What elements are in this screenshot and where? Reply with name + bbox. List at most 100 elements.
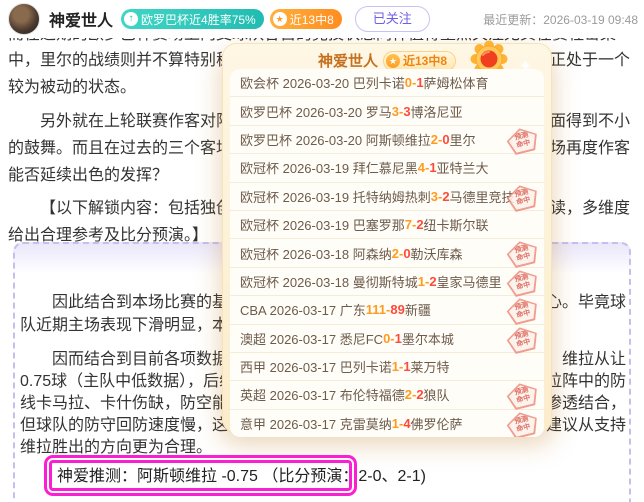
away-score: 2 bbox=[429, 273, 437, 289]
away-team: 墨尔本城 bbox=[401, 331, 454, 347]
hit-stamp-icon: 预测 命中 bbox=[504, 238, 540, 270]
home-score: 1 bbox=[417, 273, 425, 289]
away-team: 皇家马德里 bbox=[436, 274, 502, 290]
away-score: 4 bbox=[403, 415, 411, 431]
prediction-highlight-box bbox=[44, 455, 357, 496]
match-row: 欧冠杯 2026-03-18 阿森纳 2 - 0 勒沃库森 预测 命中 bbox=[230, 239, 544, 267]
match-info: 欧冠杯 2026-03-19 托特纳姆热刺 bbox=[240, 189, 431, 205]
hit-stamp-icon: 预测 命中 bbox=[504, 124, 540, 156]
popup-record-badge-label: 近13中8 bbox=[402, 54, 448, 68]
article-line-right: 渗透结合， bbox=[545, 395, 626, 412]
home-score: 3 bbox=[430, 188, 438, 204]
away-score: 1 bbox=[416, 75, 424, 91]
match-info: 欧冠杯 2026-03-19 拜仁慕尼黑 bbox=[240, 161, 418, 177]
home-score: 0 bbox=[383, 330, 391, 346]
match-info: CBA 2026-03-17 广东 bbox=[240, 303, 366, 319]
match-row: 意甲 2026-03-17 克雷莫纳 1 - 4 佛罗伦萨 预测 命中 bbox=[230, 410, 544, 437]
match-row: 欧罗巴杯 2026-03-20 阿斯顿维拉 2 - 0 里尔 预测 命中 bbox=[230, 126, 544, 154]
article-line-left: 较为被动的状态。 bbox=[8, 79, 137, 96]
match-info: 西甲 2026-03-17 巴列卡诺 bbox=[240, 360, 392, 376]
away-team: 亚特兰大 bbox=[436, 161, 489, 177]
match-row: 欧冠杯 2026-03-19 巴塞罗那 7 - 2 纽卡斯尔联 bbox=[230, 211, 544, 240]
hit-stamp-icon: 预测 命中 bbox=[504, 380, 540, 412]
away-score: 2 bbox=[416, 387, 424, 403]
away-score: 1 bbox=[403, 359, 411, 375]
match-info: 欧冠杯 2026-03-18 曼彻斯特城 bbox=[240, 274, 418, 290]
article-line-left: 能否延续出色的发挥？ bbox=[8, 167, 169, 184]
away-score: 1 bbox=[394, 330, 402, 346]
home-score: 1 bbox=[391, 359, 399, 375]
prediction-popup: 神爱世人 ★ 近13中8 ✦ 欧会杯 2026-03-20 巴列卡诺 0 - 1… bbox=[222, 40, 552, 437]
streak-badge: ↑ 欧罗巴杯近4胜率75% bbox=[121, 9, 264, 29]
star-icon: ★ bbox=[385, 53, 400, 68]
match-row: 欧会杯 2026-03-20 巴列卡诺 0 - 1 萨姆松体育 bbox=[230, 69, 544, 98]
match-row: 西甲 2026-03-17 巴列卡诺 1 - 1 莱万特 bbox=[230, 353, 544, 382]
match-info: 欧罗巴杯 2026-03-20 阿斯顿维拉 bbox=[240, 132, 431, 148]
home-score: 0 bbox=[404, 75, 412, 91]
away-score: 0 bbox=[442, 131, 450, 147]
match-row: CBA 2026-03-17 广东 111 - 89 新疆 预测 命中 bbox=[230, 296, 544, 324]
away-score: 2 bbox=[416, 217, 424, 233]
away-team: 新疆 bbox=[404, 303, 431, 319]
hit-stamp-icon: 预测 命中 bbox=[504, 266, 540, 298]
match-info: 欧会杯 2026-03-20 巴列卡诺 bbox=[240, 76, 405, 92]
home-score: 2 bbox=[404, 387, 412, 403]
article-line-right: 心。毕竟球 bbox=[545, 294, 626, 311]
hit-stamp-icon: 预测 命中 bbox=[504, 323, 540, 355]
match-row: 欧冠杯 2026-03-19 托特纳姆热刺 3 - 2 马德里竞技 预测 命中 bbox=[230, 183, 544, 211]
home-score: 2 bbox=[430, 131, 438, 147]
away-team: 莱万特 bbox=[410, 360, 450, 376]
match-info: 欧罗巴杯 2026-03-20 罗马 bbox=[240, 104, 392, 120]
away-score: 0 bbox=[403, 245, 411, 261]
home-score: 7 bbox=[404, 217, 412, 233]
popup-title: 神爱世人 bbox=[317, 53, 378, 70]
page: 而在近期的欧罗巴杯赛场上两支球队各自的竞技状态同样值得重点关注尤其在赛程密集中，… bbox=[0, 0, 644, 502]
home-score: 2 bbox=[391, 245, 399, 261]
match-row: 欧冠杯 2026-03-18 曼彻斯特城 1 - 2 皇家马德里 预测 命中 bbox=[230, 268, 544, 296]
match-info: 欧冠杯 2026-03-18 阿森纳 bbox=[240, 246, 392, 262]
last-updated: 最近更新：2026-03-19 09:48 bbox=[483, 12, 638, 27]
away-team: 勒沃库森 bbox=[410, 246, 463, 262]
away-score: 3 bbox=[403, 103, 411, 119]
streak-badge-label: 欧罗巴杯近4胜率75% bbox=[141, 12, 256, 27]
match-info: 澳超 2026-03-17 悉尼FC bbox=[240, 331, 384, 347]
match-row: 欧冠杯 2026-03-19 拜仁慕尼黑 4 - 1 亚特兰大 bbox=[230, 154, 544, 183]
article-line-right: 面得到不小 bbox=[549, 113, 630, 130]
home-score: 111 bbox=[365, 302, 387, 318]
hit-stamp-icon: 预测 命中 bbox=[504, 408, 540, 437]
away-score: 2 bbox=[442, 188, 450, 204]
away-score: 1 bbox=[429, 160, 437, 176]
article-line-right: 读，多维度 bbox=[549, 200, 630, 217]
match-list: 欧会杯 2026-03-20 巴列卡诺 0 - 1 萨姆松体育欧罗巴杯 2026-0… bbox=[230, 69, 544, 437]
article-line-left: 维拉胜出的方向更为合理。 bbox=[20, 439, 213, 456]
article-line-right: 正处于一个 bbox=[549, 52, 630, 69]
follow-button[interactable]: 已关注 bbox=[354, 6, 430, 32]
article-line-left: 给出合理参考及比分预演。】 bbox=[8, 227, 209, 244]
away-team: 萨姆松体育 bbox=[423, 76, 489, 92]
username: 神爱世人 bbox=[49, 13, 114, 30]
match-row: 英超 2026-03-17 布伦特福德 2 - 2 狼队 预测 命中 bbox=[230, 381, 544, 409]
away-team: 里尔 bbox=[449, 132, 476, 148]
article-line-right: 维拉从让 bbox=[561, 351, 626, 368]
away-team: 纽卡斯尔联 bbox=[423, 218, 489, 234]
away-team: 佛罗伦萨 bbox=[410, 416, 463, 432]
article-line-right: 建议从支持 bbox=[545, 417, 626, 434]
home-score: 4 bbox=[417, 160, 425, 176]
away-team: 马德里竞技 bbox=[449, 189, 515, 205]
up-arrow-icon: ↑ bbox=[124, 12, 139, 26]
popup-record-badge: ★ 近13中8 bbox=[382, 50, 457, 71]
match-row: 澳超 2026-03-17 悉尼FC 0 - 1 墨尔本城 预测 命中 bbox=[230, 325, 544, 353]
match-info: 英超 2026-03-17 布伦特福德 bbox=[240, 388, 405, 404]
away-team: 博洛尼亚 bbox=[410, 104, 463, 120]
avatar[interactable] bbox=[8, 3, 40, 35]
record-badge-label: 近13中8 bbox=[289, 12, 334, 27]
star-icon: ★ bbox=[272, 12, 287, 26]
article-line-left: 0.75球（主队中低数据），后续升 bbox=[20, 373, 252, 390]
home-score: 1 bbox=[391, 415, 399, 431]
hit-stamp-icon: 预测 命中 bbox=[504, 295, 540, 327]
record-badge: ★ 近13中8 bbox=[269, 9, 342, 29]
header-bar: 神爱世人 ↑ 欧罗巴杯近4胜率75% ★ 近13中8 已关注 最近更新：2026… bbox=[0, 0, 644, 38]
match-row: 欧罗巴杯 2026-03-20 罗马 3 - 3 博洛尼亚 bbox=[230, 97, 544, 126]
away-team: 狼队 bbox=[423, 388, 450, 404]
article-line-right: 拉阵中的防 bbox=[545, 373, 626, 390]
